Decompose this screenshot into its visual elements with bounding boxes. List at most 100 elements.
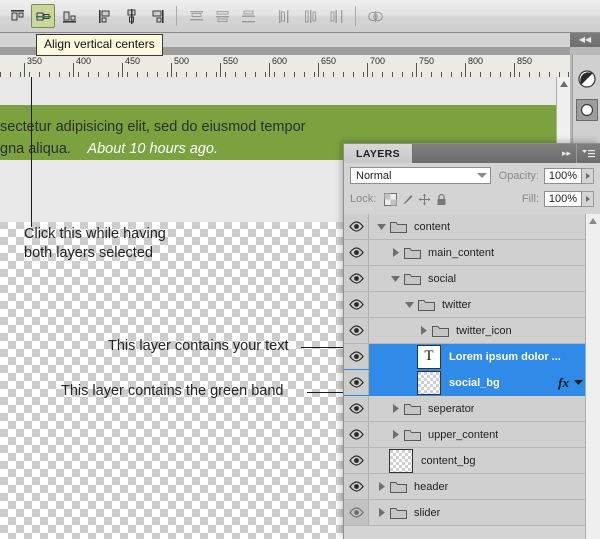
chevron-right-icon[interactable] [389, 402, 402, 415]
eye-icon [348, 455, 364, 466]
auto-align-layers-button[interactable] [363, 4, 387, 28]
visibility-toggle[interactable] [344, 214, 369, 239]
green-band-line2-prefix: gna aliqua. [0, 141, 71, 157]
layer-row[interactable]: main_content [344, 240, 599, 266]
layer-row[interactable]: slider [344, 500, 599, 526]
tab-layers[interactable]: LAYERS [344, 144, 414, 163]
visibility-toggle[interactable] [344, 422, 369, 447]
align-bottom-edges-button[interactable] [57, 4, 81, 28]
layer-list-scrollbar[interactable] [585, 214, 600, 539]
tab-layers-label: LAYERS [356, 147, 401, 160]
lock-transparent-pixels-button[interactable] [382, 191, 399, 207]
eye-icon [348, 299, 364, 310]
chevron-down-icon[interactable] [403, 298, 416, 311]
distribute-vertical-centers-icon [215, 10, 229, 22]
layer-name: main_content [428, 246, 495, 259]
lock-image-pixels-button[interactable] [399, 191, 416, 207]
layer-name: twitter [442, 298, 472, 311]
color-swatch-button[interactable] [577, 69, 597, 94]
panel-expand-button[interactable]: ▸▸ [557, 144, 576, 163]
layer-scroll-up-icon[interactable] [587, 215, 599, 227]
visibility-toggle[interactable] [344, 318, 369, 343]
layer-effects-indicator[interactable]: fx [558, 370, 583, 395]
layers-panel-tabbar: LAYERS ▸▸ [344, 144, 600, 163]
layer-row[interactable]: social_bg fx [344, 370, 599, 396]
chevron-right-icon[interactable] [389, 428, 402, 441]
layer-thumbnail-text[interactable]: T [417, 344, 441, 369]
opacity-slider-button[interactable] [582, 167, 594, 184]
layer-row[interactable]: twitter_icon [344, 318, 599, 344]
scroll-up-arrow-icon[interactable] [558, 78, 570, 90]
align-vertical-centers-button[interactable] [31, 4, 55, 28]
distribute-horizontal-centers-button[interactable] [298, 4, 322, 28]
layer-row[interactable]: T Lorem ipsum dolor ... [344, 344, 599, 370]
dock-collapse-button[interactable]: ◀◀ [570, 33, 600, 47]
lock-all-icon [437, 193, 446, 205]
layer-row[interactable]: seperator [344, 396, 599, 422]
layer-thumbnail-transparent[interactable] [417, 370, 441, 395]
visibility-toggle[interactable] [344, 240, 369, 265]
lock-position-button[interactable] [416, 191, 433, 207]
lock-label: Lock: [350, 193, 377, 205]
ruler-major-tick [318, 63, 319, 77]
fill-label: Fill: [521, 193, 539, 205]
layer-row[interactable]: social [344, 266, 599, 292]
layers-panel: LAYERS ▸▸ Normal Opacity: 100% Lock: Fil… [343, 143, 600, 539]
chevron-right-icon[interactable] [375, 480, 388, 493]
chevron-right-icon[interactable] [417, 324, 430, 337]
horizontal-ruler[interactable]: 350 400 450 500 550 600 650 700 750 800 850 [0, 55, 584, 78]
layer-row[interactable]: upper_content [344, 422, 599, 448]
fill-input[interactable]: 100% [544, 191, 582, 207]
auto-align-layers-icon [367, 10, 383, 22]
chevron-down-icon[interactable] [574, 379, 583, 386]
visibility-toggle[interactable] [344, 448, 369, 473]
fill-slider-button[interactable] [582, 191, 594, 207]
layer-row[interactable]: header [344, 474, 599, 500]
align-horizontal-centers-icon [127, 8, 135, 24]
opacity-label: Opacity: [498, 169, 539, 182]
visibility-toggle-partial[interactable] [344, 500, 369, 525]
panel-expand-icon: ▸▸ [561, 148, 571, 158]
distribute-bottom-edges-button[interactable] [236, 4, 260, 28]
visibility-toggle[interactable] [344, 292, 369, 317]
panel-menu-button[interactable] [576, 144, 600, 163]
ruler-major-tick [465, 63, 466, 77]
layer-row[interactable]: content [344, 214, 599, 240]
chevron-down-icon[interactable] [375, 220, 388, 233]
layer-row[interactable]: twitter [344, 292, 599, 318]
adjustment-circle-button[interactable] [576, 99, 598, 121]
eye-icon [348, 325, 364, 336]
distribute-vertical-centers-button[interactable] [210, 4, 234, 28]
chevron-right-icon[interactable] [375, 506, 388, 519]
ruler-major-tick [416, 63, 417, 77]
layer-row[interactable]: content_bg [344, 448, 599, 474]
align-right-edges-button[interactable] [145, 4, 169, 28]
visibility-toggle[interactable] [344, 344, 369, 369]
distribute-bottom-edges-icon [241, 10, 255, 22]
chevron-down-icon [476, 173, 487, 178]
chevron-down-icon[interactable] [389, 272, 402, 285]
opacity-input[interactable]: 100% [544, 167, 582, 184]
ruler-label: 850 [517, 56, 533, 66]
distribute-top-edges-button[interactable] [184, 4, 208, 28]
eye-icon [348, 247, 364, 258]
visibility-toggle[interactable] [344, 474, 369, 499]
align-horizontal-centers-button[interactable] [119, 4, 143, 28]
visibility-toggle[interactable] [344, 370, 369, 395]
blend-mode-select[interactable]: Normal [350, 167, 491, 184]
distribute-right-edges-button[interactable] [324, 4, 348, 28]
annotation-text-layer: This layer contains your text [108, 338, 289, 354]
distribute-left-edges-button[interactable] [272, 4, 296, 28]
layer-thumbnail-transparent[interactable] [389, 448, 413, 473]
chevron-right-icon[interactable] [389, 246, 402, 259]
align-left-edges-button[interactable] [93, 4, 117, 28]
folder-icon [390, 508, 407, 519]
visibility-toggle[interactable] [344, 396, 369, 421]
visibility-toggle[interactable] [344, 266, 369, 291]
ruler-label: 450 [125, 56, 141, 66]
eye-icon [348, 273, 364, 284]
align-top-edges-button[interactable] [5, 4, 29, 28]
layer-list[interactable]: content main_contentsocial twitter twitter_… [344, 214, 599, 539]
lock-all-button[interactable] [433, 191, 450, 207]
eye-icon [348, 403, 364, 414]
